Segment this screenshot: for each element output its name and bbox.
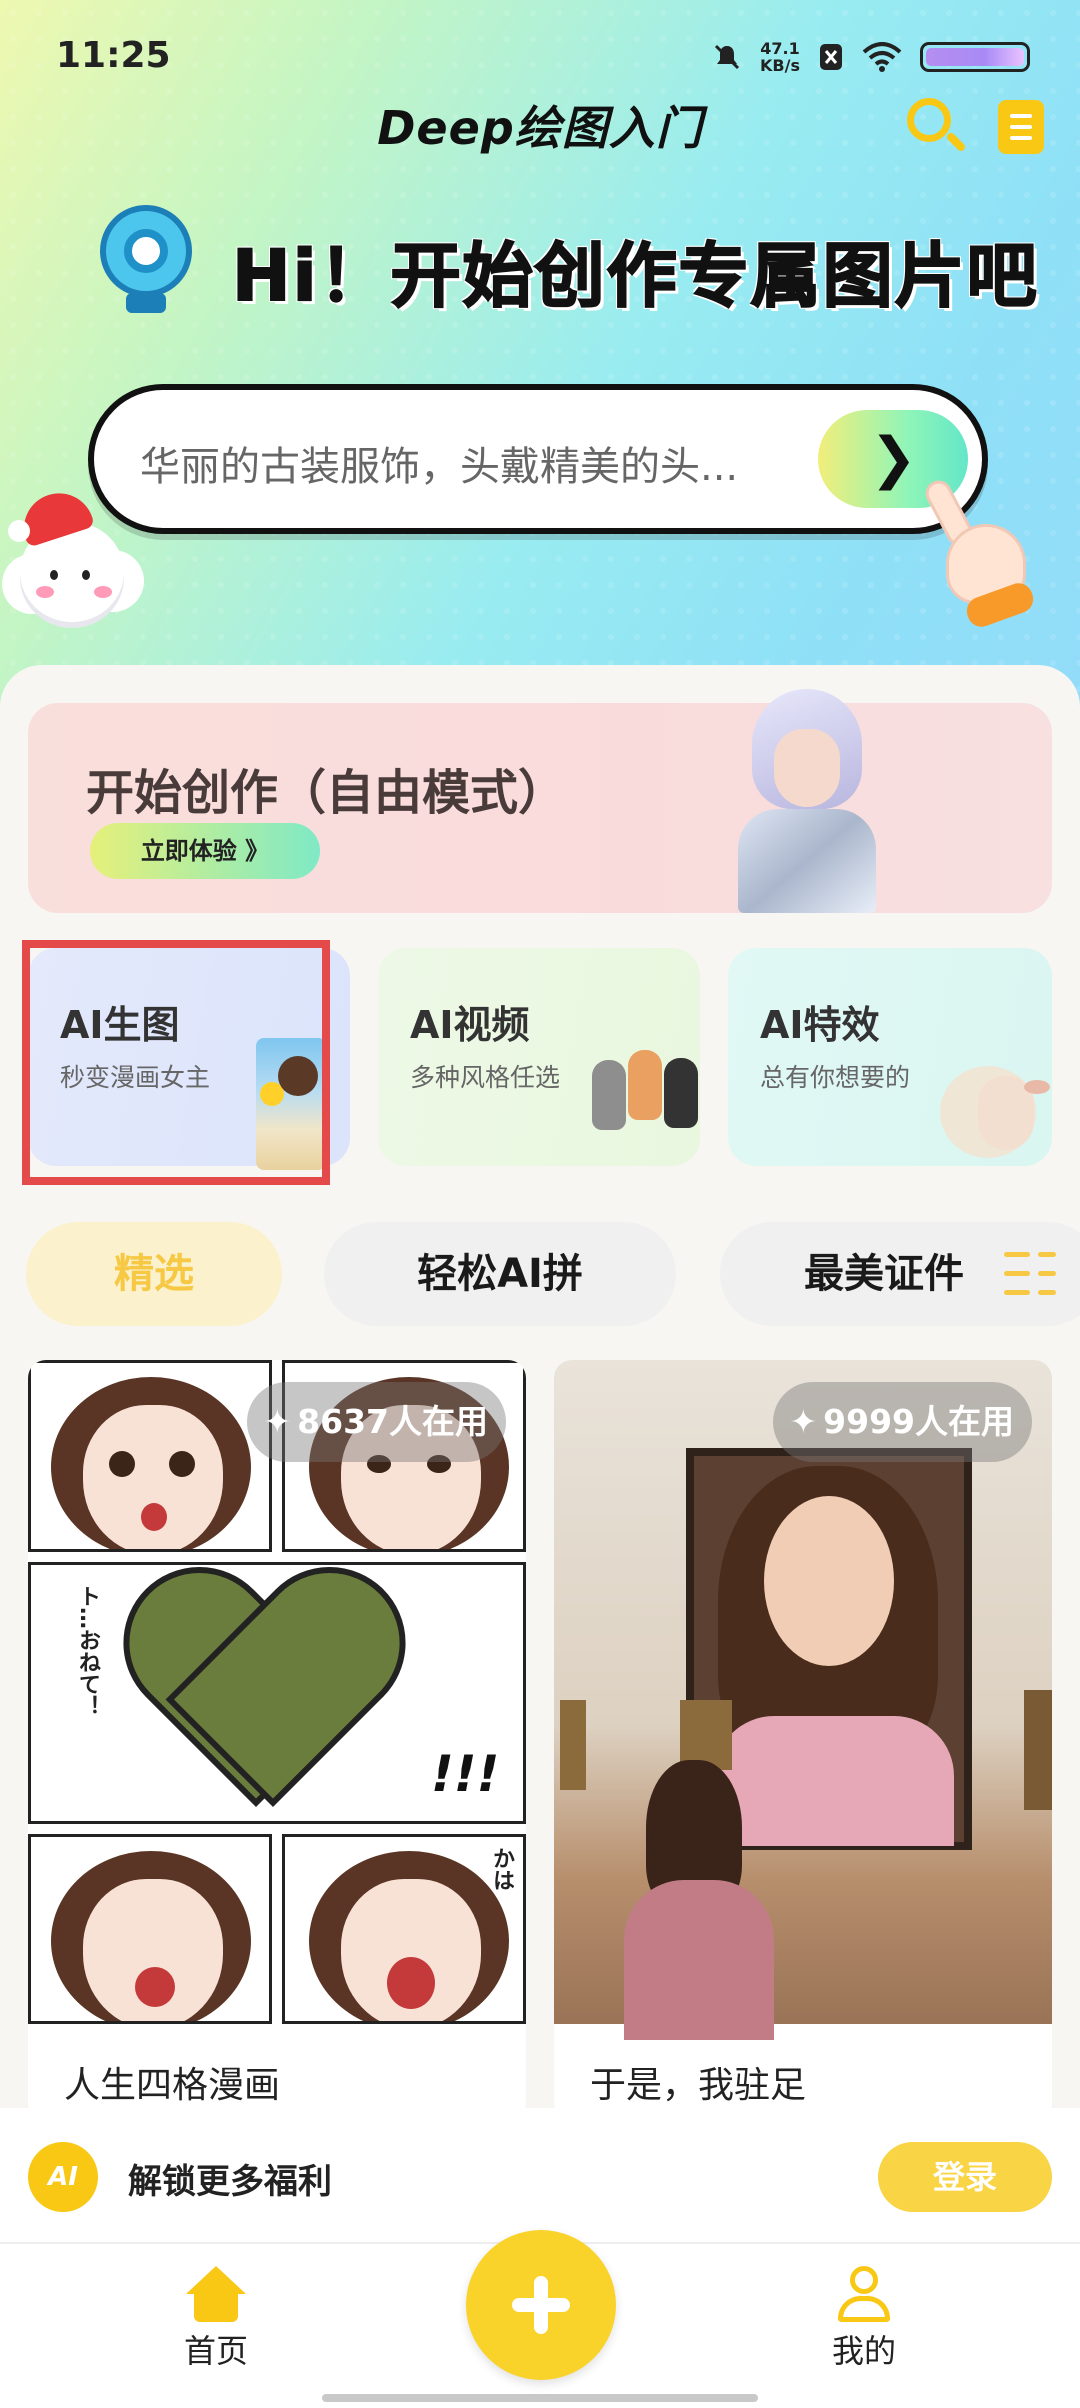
ai-logo-icon: AI [28,2142,98,2212]
tool-subtitle: 多种风格任选 [410,1063,561,1092]
tab-featured[interactable]: 精选 [26,1222,282,1326]
create-button[interactable] [466,2230,616,2380]
net-speed-unit: KB/s [760,56,800,75]
dancing-cats-thumbnail [590,1050,702,1132]
feed-card-comic[interactable]: ト…おねて！ !!! かは ✦ 8637人在用 人生四格漫画 [28,1360,526,2120]
sheep-thumbnail [940,1058,1052,1162]
battery-icon [920,42,1030,72]
try-now-button[interactable]: 立即体验 》 [90,823,320,879]
login-button[interactable]: 登录 [878,2142,1052,2212]
app-title: Deep绘图入门 [377,101,703,155]
net-speed: 47.1 KB/s [760,40,800,74]
net-speed-value: 47.1 [760,39,800,58]
comic-panel-heart: ト…おねて！ !!! [28,1562,526,1824]
status-icons: 47.1 KB/s [712,40,1030,74]
search-icon[interactable] [905,96,967,154]
nav-home-label: 首页 [183,2332,248,2370]
prompt-input[interactable]: 华丽的古装服饰，头戴精美的头... ❯ [88,384,988,534]
sim-off-icon [820,44,842,70]
nav-home[interactable]: 首页 [136,2266,296,2372]
comic-bubble-text: ト…おねて！ [75,1585,100,1717]
status-time: 11:25 [56,34,171,76]
prompt-placeholder: 华丽的古装服饰，头戴精美的头... [140,444,739,490]
pointing-hand-icon [921,475,1040,631]
selection-highlight [22,940,330,1185]
unlock-benefits-bar: AI 解锁更多福利 登录 [0,2108,1080,2242]
small-painting [560,1700,586,1790]
feed-card-gallery[interactable]: ✦ 9999人在用 于是，我驻足 [554,1360,1052,2120]
user-icon [834,2266,894,2322]
home-indicator[interactable] [322,2394,758,2402]
free-create-title: 开始创作（自由模式） [86,765,567,821]
camera-mascot-icon [100,205,192,315]
tool-title: AI特效 [760,1003,880,1047]
usage-badge: ✦ 9999人在用 [773,1382,1032,1462]
sparkle-icon: ✦ [263,1402,292,1441]
comic-exclaim: !!! [431,1745,500,1803]
hero-greeting: Hi！开始创作专属图片吧 [231,234,1039,318]
nav-mine-label: 我的 [831,2332,896,2370]
character-illustration [732,689,882,913]
nav-mine[interactable]: 我的 [784,2266,944,2372]
tool-subtitle: 总有你想要的 [760,1063,911,1092]
document-icon[interactable] [998,100,1044,154]
cloud-mascot-icon [2,484,144,636]
small-painting [1024,1690,1052,1810]
comic-panel [28,1360,272,1552]
free-create-card[interactable]: 开始创作（自由模式） 立即体验 》 [28,689,1052,913]
menu-icon[interactable] [1004,1250,1056,1298]
feed-card-title: 于是，我驻足 [590,2065,807,2106]
comic-panel: かは [282,1834,526,2024]
usage-badge: ✦ 8637人在用 [247,1382,506,1462]
mute-icon [714,44,740,70]
tool-title: AI视频 [410,1003,530,1047]
usage-count: 8637人在用 [297,1402,488,1441]
unlock-benefits-text: 解锁更多福利 [128,2162,332,2202]
chevron-right-icon: ❯ [870,426,917,491]
tab-easy-ai-collage[interactable]: 轻松AI拼 [324,1222,676,1326]
sparkle-icon: ✦ [789,1402,818,1441]
usage-count: 9999人在用 [823,1402,1014,1441]
comic-panel [28,1834,272,2024]
home-icon [186,2266,246,2322]
viewer-figure [624,1760,774,2040]
category-tabs: 精选 轻松AI拼 最美证件 [0,1222,1080,1326]
feed-card-title: 人生四格漫画 [64,2065,281,2106]
wifi-icon [862,42,902,72]
comic-bubble-text: かは [489,1847,514,1891]
